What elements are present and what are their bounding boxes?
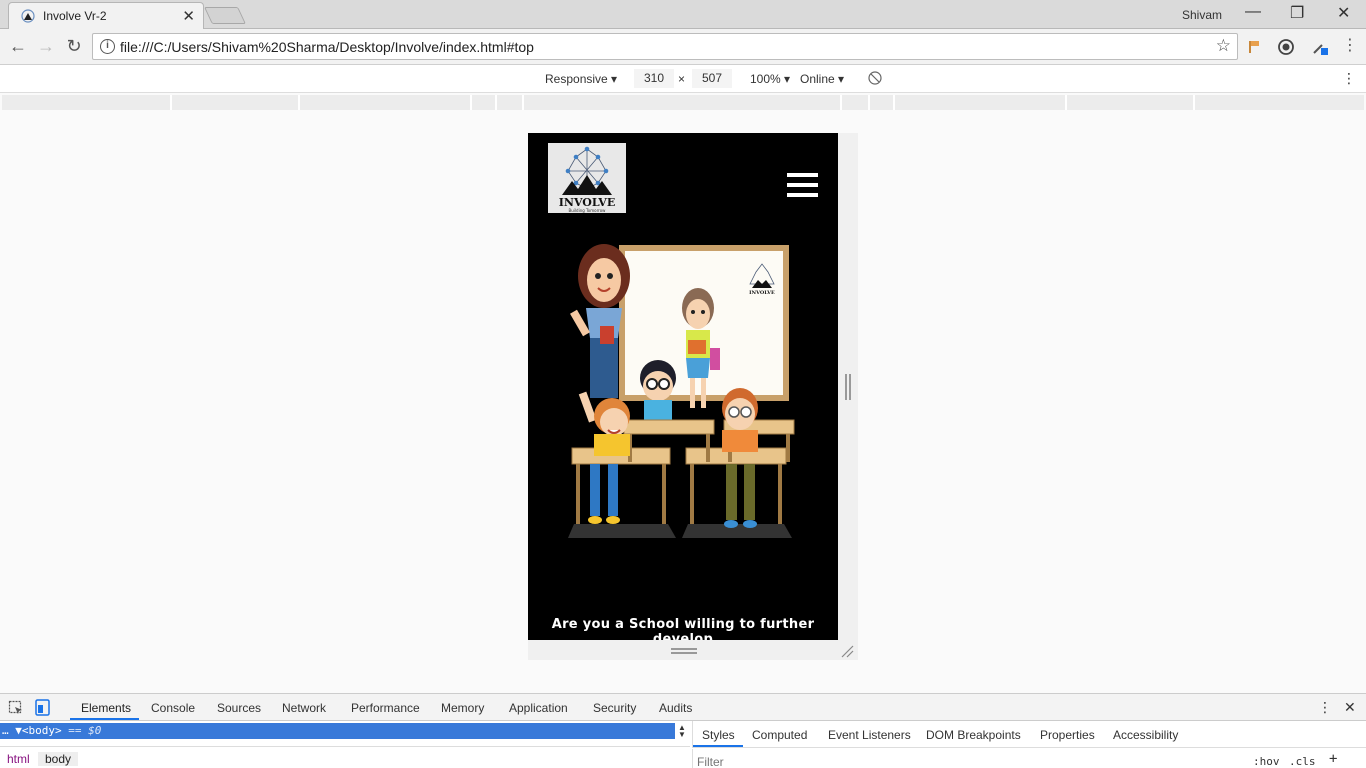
active-tab-indicator (70, 718, 139, 720)
dimension-separator: × (678, 72, 686, 86)
tab-computed[interactable]: Computed (752, 728, 807, 742)
svg-text:INVOLVE: INVOLVE (749, 290, 775, 296)
new-tab-button[interactable] (204, 7, 246, 24)
viewport-resize-handle-right[interactable] (845, 374, 851, 400)
active-side-tab-indicator (693, 745, 743, 747)
network-throttle-select[interactable]: Online ▾ (800, 72, 844, 86)
site-favicon (21, 9, 35, 23)
address-bar[interactable]: i file:///C:/Users/Shivam%20Sharma/Deskt… (92, 33, 1238, 60)
styles-filter-input[interactable] (697, 753, 1237, 768)
styles-pane-tabs: Styles Computed Event Listeners DOM Brea… (692, 721, 1366, 748)
url-text: file:///C:/Users/Shivam%20Sharma/Desktop… (120, 39, 534, 55)
tab-network[interactable]: Network (282, 701, 326, 715)
breadcrumb: html body (0, 746, 690, 768)
emulated-viewport: INVOLVE Building Tomorrow INVOLVE Are yo… (528, 133, 838, 640)
device-toggle-icon[interactable] (34, 699, 51, 716)
device-toolbar: Responsive ▾ 310 × 507 100% ▾ Online ▾ ⋮ (0, 65, 1366, 93)
extension-eyedropper-icon[interactable] (1312, 39, 1328, 55)
tab-properties[interactable]: Properties (1040, 728, 1095, 742)
tab-sources[interactable]: Sources (217, 701, 261, 715)
tab-strip: Involve Vr-2 ✕ Shivam — ❐ ✕ (0, 0, 1366, 29)
dom-marker: == $0 (68, 724, 102, 737)
devtools-menu-icon[interactable]: ⋮ (1318, 699, 1332, 716)
tab-performance[interactable]: Performance (351, 701, 420, 715)
breadcrumb-body[interactable]: body (38, 752, 79, 766)
classroom-illustration: INVOLVE (568, 244, 795, 538)
device-select[interactable]: Responsive ▾ (545, 72, 617, 86)
restore-icon[interactable]: ❐ (1290, 3, 1304, 23)
rotate-icon[interactable] (868, 71, 882, 85)
info-icon[interactable]: i (100, 39, 115, 54)
browser-tab[interactable]: Involve Vr-2 ✕ (8, 2, 204, 29)
viewport-resize-handle-bottom[interactable] (671, 648, 697, 654)
bookmark-star-icon[interactable]: ☆ (1216, 36, 1231, 56)
minimize-icon[interactable]: — (1245, 3, 1261, 21)
tab-title: Involve Vr-2 (43, 9, 107, 23)
dom-scroll-arrows-icon[interactable]: ▲ ▼ (678, 724, 686, 739)
tab-elements[interactable]: Elements (81, 701, 131, 715)
zoom-select[interactable]: 100% ▾ (750, 72, 790, 86)
styles-filter-row: :hov .cls + (692, 749, 1366, 768)
forward-icon[interactable]: → (36, 36, 56, 56)
dom-tree-selected-node[interactable]: … ▼<body> == $0 (0, 723, 675, 739)
viewport-height-input[interactable]: 507 (692, 69, 732, 88)
viewport-resize-corner-icon[interactable] (840, 644, 854, 658)
close-window-icon[interactable]: ✕ (1337, 3, 1350, 23)
profile-name[interactable]: Shivam (1182, 8, 1222, 22)
tab-styles[interactable]: Styles (702, 728, 735, 742)
site-logo[interactable]: INVOLVE Building Tomorrow (548, 143, 626, 213)
media-query-bar[interactable] (2, 95, 1364, 110)
tab-accessibility[interactable]: Accessibility (1113, 728, 1178, 742)
tab-security[interactable]: Security (593, 701, 636, 715)
hero-heading: Are you a School willing to further deve… (551, 617, 815, 640)
tab-memory[interactable]: Memory (441, 701, 484, 715)
tab-dom-breakpoints[interactable]: DOM Breakpoints (926, 728, 1021, 742)
viewport-width-input[interactable]: 310 (634, 69, 674, 88)
logo-tagline: Building Tomorrow (569, 208, 607, 213)
tab-event-listeners[interactable]: Event Listeners (828, 728, 911, 742)
hamburger-menu-icon[interactable] (787, 173, 818, 199)
close-devtools-icon[interactable]: ✕ (1344, 699, 1356, 716)
tab-audits[interactable]: Audits (659, 701, 692, 715)
tab-application[interactable]: Application (509, 701, 568, 715)
breadcrumb-html[interactable]: html (7, 752, 30, 766)
body-tag: ▼<body> (15, 724, 62, 737)
inspect-element-icon[interactable] (8, 700, 24, 716)
devtools-tab-bar: Elements Console Sources Network Perform… (0, 694, 1366, 721)
close-tab-icon[interactable]: ✕ (182, 7, 195, 25)
device-toolbar-menu-icon[interactable]: ⋮ (1342, 70, 1356, 87)
back-icon[interactable]: ← (8, 36, 28, 56)
extension-flag-icon[interactable] (1246, 39, 1262, 55)
reload-icon[interactable]: ↻ (64, 36, 84, 56)
hover-state-toggle[interactable]: :hov (1253, 755, 1280, 768)
extension-record-icon[interactable] (1278, 39, 1294, 55)
add-style-rule-icon[interactable]: + (1329, 751, 1337, 767)
class-toggle[interactable]: .cls (1289, 755, 1316, 768)
tab-console[interactable]: Console (151, 701, 195, 715)
browser-menu-icon[interactable]: ⋮ (1340, 36, 1360, 56)
browser-toolbar: ← → ↻ i file:///C:/Users/Shivam%20Sharma… (0, 29, 1366, 65)
devtools-panel: Elements Console Sources Network Perform… (0, 693, 1366, 768)
